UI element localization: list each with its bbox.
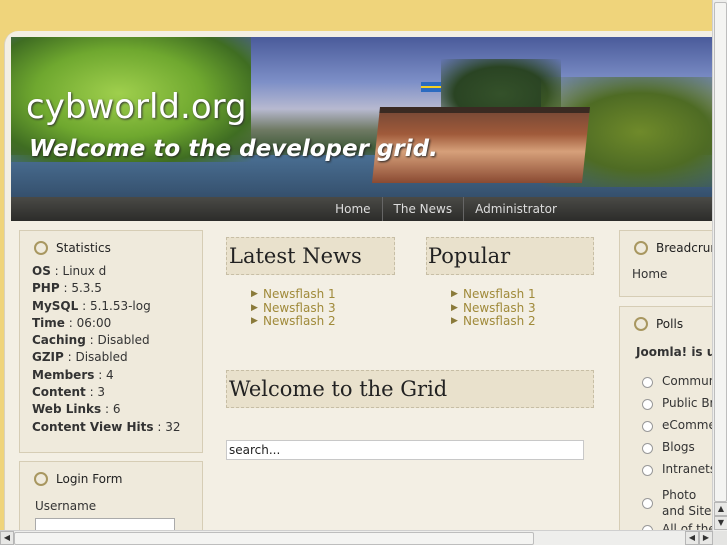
header-banner: cybworld.org Welcome to the developer gr…: [11, 37, 719, 197]
arrow-right-icon: ▶: [251, 289, 258, 299]
polls-heading: Polls: [656, 317, 684, 331]
scrollbar-corner: [713, 531, 727, 545]
news-link[interactable]: Newsflash 1: [263, 287, 336, 302]
nav-administrator[interactable]: Administrator: [475, 202, 557, 216]
latest-news-list: ▶ Newsflash 1 ▶ Newsflash 3 ▶ Newsflash 2: [251, 287, 336, 329]
nav-home[interactable]: Home: [335, 202, 370, 216]
page-container: cybworld.org Welcome to the developer gr…: [4, 31, 719, 531]
list-item: ▶ Newsflash 3: [251, 301, 336, 316]
list-item: ▶ Newsflash 2: [251, 314, 336, 329]
breadcrumbs-heading: Breadcrumb: [656, 241, 719, 255]
statistics-heading: Statistics: [56, 241, 111, 255]
radio-icon[interactable]: [642, 443, 653, 454]
list-item: ▶ Newsflash 2: [451, 314, 536, 329]
popular-heading: Popular: [428, 244, 511, 268]
stat-row: OS : Linux d: [32, 264, 107, 278]
site-title: cybworld.org: [26, 87, 247, 127]
poll-options: Communit Public Bra eCommerc Blogs Intra…: [642, 374, 719, 531]
polls-module: Polls Joomla! is us Communit Public Bra …: [619, 306, 719, 531]
login-heading: Login Form: [56, 472, 123, 486]
stat-row: Time : 06:00: [32, 315, 112, 330]
stat-row: Web Links : 6: [32, 402, 121, 417]
login-module: Login Form Username: [19, 461, 203, 531]
popular-link[interactable]: Newsflash 1: [463, 287, 536, 302]
welcome-header: Welcome to the Grid: [226, 370, 594, 408]
arrow-right-icon: ▶: [251, 302, 258, 313]
stat-row: Content : 3: [32, 385, 106, 400]
popular-link[interactable]: Newsflash 2: [463, 314, 536, 329]
vertical-scrollbar-thumb[interactable]: [714, 2, 727, 502]
scroll-up-icon[interactable]: ▲: [714, 502, 727, 516]
popular-list: ▶ Newsflash 1 ▶ Newsflash 3 ▶ Newsflash 2: [451, 287, 536, 329]
radio-icon[interactable]: [642, 497, 653, 509]
arrow-right-icon: ▶: [451, 302, 458, 313]
radio-icon[interactable]: [642, 399, 653, 410]
vertical-scrollbar[interactable]: ▲ ▼: [712, 0, 727, 531]
scroll-left-end-icon[interactable]: ◀: [685, 531, 699, 545]
stat-row: GZIP : Disabled: [32, 350, 128, 365]
news-link[interactable]: Newsflash 2: [263, 314, 336, 329]
breadcrumb-current: Home: [632, 267, 668, 281]
horizontal-scrollbar-thumb[interactable]: [14, 532, 534, 545]
site-tagline: Welcome to the developer grid.: [29, 136, 438, 162]
poll-question: Joomla! is us: [636, 345, 719, 359]
scroll-down-icon[interactable]: ▼: [714, 516, 727, 530]
scroll-left-icon[interactable]: ◀: [0, 531, 14, 545]
news-link[interactable]: Newsflash 3: [263, 301, 336, 316]
nav-the-news[interactable]: The News: [394, 202, 453, 216]
statistics-list: OS : Linux d PHP : 5.3.5 MySQL : 5.1.53-…: [20, 255, 202, 436]
poll-option[interactable]: Intranets: [642, 462, 719, 484]
module-bullet-icon: [34, 472, 48, 486]
welcome-heading: Welcome to the Grid: [229, 377, 448, 401]
scroll-right-icon[interactable]: ▶: [699, 531, 713, 545]
latest-news-header: Latest News: [226, 237, 395, 275]
arrow-right-icon: ▶: [451, 316, 458, 326]
list-item: ▶ Newsflash 1: [451, 287, 536, 302]
main-nav: Home The News Administrator: [11, 197, 719, 221]
stat-row: MySQL : 5.1.53-log: [32, 298, 151, 313]
stat-row: PHP : 5.3.5: [32, 281, 102, 296]
stat-row: Content View Hits : 32: [32, 419, 181, 434]
module-bullet-icon: [634, 241, 648, 255]
stat-row: Caching : Disabled: [32, 333, 150, 348]
arrow-right-icon: ▶: [451, 289, 458, 299]
poll-option[interactable]: Photo and Sites: [642, 484, 719, 522]
breadcrumbs-module: Breadcrumb Home: [619, 230, 719, 297]
popular-link[interactable]: Newsflash 3: [463, 301, 536, 316]
horizontal-scrollbar[interactable]: ◀ ◀ ▶: [0, 530, 713, 545]
module-bullet-icon: [34, 241, 48, 255]
radio-icon[interactable]: [642, 377, 653, 388]
list-item: ▶ Newsflash 3: [451, 301, 536, 316]
radio-icon[interactable]: [642, 421, 653, 432]
statistics-module: Statistics OS : Linux d PHP : 5.3.5 MySQ…: [19, 230, 203, 453]
popular-header: Popular: [426, 237, 594, 275]
list-item: ▶ Newsflash 1: [251, 287, 336, 302]
poll-option[interactable]: eCommerc: [642, 418, 719, 440]
poll-option[interactable]: Public Bra: [642, 396, 719, 418]
stat-row: Members : 4: [32, 367, 114, 382]
arrow-right-icon: ▶: [251, 316, 258, 326]
search-input[interactable]: [226, 440, 584, 460]
radio-icon[interactable]: [642, 465, 653, 476]
username-label: Username: [35, 499, 97, 513]
latest-news-heading: Latest News: [229, 244, 362, 268]
module-bullet-icon: [634, 317, 648, 331]
poll-option[interactable]: Communit: [642, 374, 719, 396]
banner-flag: [421, 82, 441, 92]
poll-option[interactable]: Blogs: [642, 440, 719, 462]
